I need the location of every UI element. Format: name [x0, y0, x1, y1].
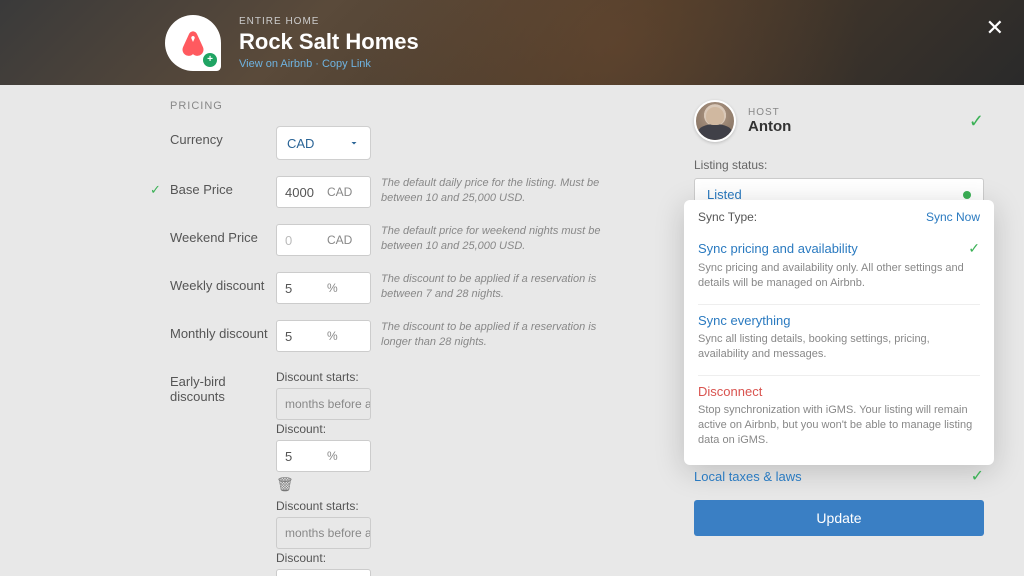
discount-label-0: Discount: — [276, 422, 664, 436]
close-icon[interactable]: ✕ — [986, 15, 1004, 41]
weekend-price-label: Weekend Price — [154, 224, 276, 245]
local-taxes-link[interactable]: Local taxes & laws — [694, 469, 802, 484]
chevron-down-icon — [348, 137, 360, 149]
header-links: View on Airbnb · Copy Link — [239, 58, 419, 70]
sync-option-everything[interactable]: Sync everything Sync all listing details… — [698, 305, 980, 376]
content-area: PRICING Currency CAD Base Price CAD The … — [0, 85, 1024, 576]
update-button[interactable]: Update — [694, 500, 984, 536]
discount-label-1: Discount: — [276, 551, 664, 565]
weekend-price-input[interactable] — [277, 233, 327, 248]
monthly-discount-hint: The discount to be applied if a reservat… — [381, 320, 621, 350]
discount-starts-label-0: Discount starts: — [276, 370, 664, 384]
monthly-discount-suffix: % — [327, 329, 346, 343]
sync-popup-header: Sync Type: Sync Now — [698, 210, 980, 224]
currency-value: CAD — [287, 136, 314, 151]
status-dot-icon — [963, 191, 971, 199]
currency-row: Currency CAD — [170, 126, 664, 160]
sync-option-desc-2: Stop synchronization with iGMS. Your lis… — [698, 403, 980, 449]
early-bird-discount-group-1: % — [276, 569, 371, 576]
taxes-link-row: Local taxes & laws ✓ — [694, 466, 984, 486]
weekly-discount-label: Weekly discount — [154, 272, 276, 293]
host-avatar — [694, 100, 736, 142]
currency-label: Currency — [154, 126, 276, 147]
monthly-discount-input-group: % — [276, 320, 371, 352]
weekly-discount-hint: The discount to be applied if a reservat… — [381, 272, 621, 302]
header-text: ENTIRE HOME Rock Salt Homes View on Airb… — [239, 16, 419, 70]
sidebar-panel: HOST Anton ✓ Listing status: Listed Sync… — [694, 100, 1024, 576]
monthly-discount-row: Monthly discount % The discount to be ap… — [170, 320, 664, 352]
sync-option-title-0: Sync pricing and availability✓ — [698, 240, 980, 257]
weekend-price-suffix: CAD — [327, 233, 360, 247]
discount-starts-label-1: Discount starts: — [276, 499, 664, 513]
weekend-price-hint: The default price for weekend nights mus… — [381, 224, 621, 254]
sync-option-disconnect[interactable]: Disconnect Stop synchronization with iGM… — [698, 376, 980, 461]
host-block: HOST Anton ✓ — [694, 100, 984, 142]
sync-type-popup: Sync Type: Sync Now Sync pricing and ava… — [684, 200, 994, 465]
monthly-discount-input[interactable] — [277, 329, 327, 344]
base-price-input-group: CAD — [276, 176, 371, 208]
base-price-row: Base Price CAD The default daily price f… — [170, 176, 664, 208]
airbnb-icon — [179, 29, 207, 57]
listing-header: + ENTIRE HOME Rock Salt Homes View on Ai… — [0, 0, 1024, 85]
early-bird-discount-input-0[interactable] — [277, 449, 327, 464]
discount-starts-input-1[interactable]: months before arrival — [276, 517, 371, 549]
sync-option-title-1: Sync everything — [698, 313, 980, 328]
airbnb-logo-badge: + — [165, 15, 221, 71]
plus-badge-icon: + — [203, 53, 217, 67]
early-bird-field: Discount starts: months before arrival D… — [276, 368, 664, 576]
discount-starts-input-0[interactable]: months before arrival — [276, 388, 371, 420]
check-icon: ✓ — [968, 240, 980, 257]
sync-option-pricing[interactable]: Sync pricing and availability✓ Sync pric… — [698, 232, 980, 305]
check-icon: ✓ — [969, 111, 984, 132]
base-price-input[interactable] — [277, 185, 327, 200]
host-label: HOST — [748, 107, 791, 118]
base-price-suffix: CAD — [327, 185, 360, 199]
sync-now-link[interactable]: Sync Now — [926, 210, 980, 224]
sync-type-label: Sync Type: — [698, 210, 757, 224]
early-bird-label: Early-bird discounts — [154, 368, 276, 404]
early-bird-row: Early-bird discounts Discount starts: mo… — [170, 368, 664, 576]
trash-icon-0[interactable]: 🗑 — [276, 476, 664, 493]
early-bird-discount-group-0: % — [276, 440, 371, 472]
host-text: HOST Anton — [748, 107, 791, 135]
base-price-label: Base Price — [154, 176, 276, 197]
view-on-airbnb-link[interactable]: View on Airbnb — [239, 58, 312, 70]
early-bird-item-1: Discount starts: months before arrival D… — [276, 499, 664, 576]
weekend-price-row: Weekend Price CAD The default price for … — [170, 224, 664, 256]
copy-link[interactable]: Copy Link — [322, 58, 371, 70]
sync-option-title-2: Disconnect — [698, 384, 980, 399]
monthly-discount-label: Monthly discount — [154, 320, 276, 341]
early-bird-item-0: Discount starts: months before arrival D… — [276, 370, 664, 493]
pricing-panel: PRICING Currency CAD Base Price CAD The … — [0, 100, 694, 576]
sync-option-desc-0: Sync pricing and availability only. All … — [698, 261, 980, 292]
listing-category: ENTIRE HOME — [239, 16, 419, 27]
weekly-discount-input[interactable] — [277, 281, 327, 296]
weekly-discount-input-group: % — [276, 272, 371, 304]
check-icon: ✓ — [971, 466, 984, 486]
sync-option-desc-1: Sync all listing details, booking settin… — [698, 332, 980, 363]
weekend-price-input-group: CAD — [276, 224, 371, 256]
listing-name: Rock Salt Homes — [239, 29, 419, 55]
base-price-hint: The default daily price for the listing.… — [381, 176, 621, 206]
weekly-discount-suffix: % — [327, 281, 346, 295]
pricing-section-title: PRICING — [170, 100, 664, 112]
sidebar-footer: Local taxes & laws ✓ Update — [694, 466, 984, 536]
currency-select[interactable]: CAD — [276, 126, 371, 160]
listing-status-label: Listing status: — [694, 158, 984, 172]
weekly-discount-row: Weekly discount % The discount to be app… — [170, 272, 664, 304]
host-name: Anton — [748, 118, 791, 135]
